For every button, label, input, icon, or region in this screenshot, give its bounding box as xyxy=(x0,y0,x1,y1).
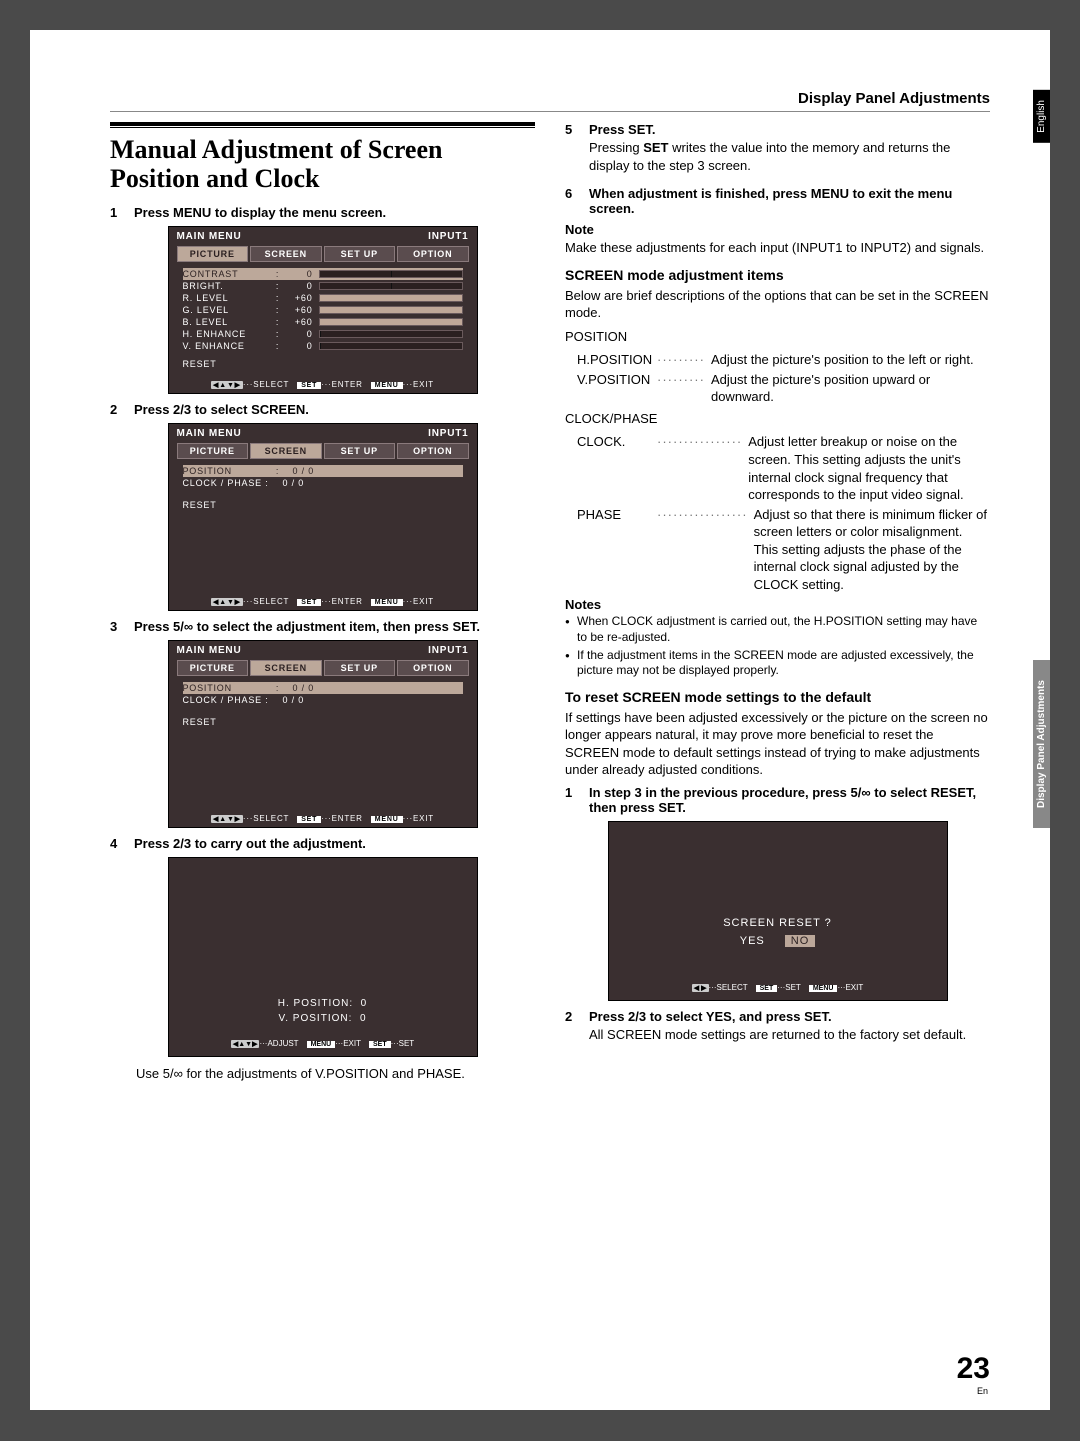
osd-position-adjust: H. POSITION: 0 V. POSITION: 0 ◀▲▼▶···ADJ… xyxy=(168,857,478,1057)
osd-screen-menu-2: MAIN MENUINPUT1 PICTURE SCREEN SET UP OP… xyxy=(168,640,478,828)
osd-input: INPUT1 xyxy=(428,231,468,242)
reset-text: If settings have been adjusted excessive… xyxy=(565,709,990,779)
reset-step2-body: All SCREEN mode settings are returned to… xyxy=(589,1026,990,1044)
header-section-title: Display Panel Adjustments xyxy=(110,90,990,112)
osd-reset-confirm: SCREEN RESET ? YESNO ◀ ▶···SELECT SET···… xyxy=(608,821,948,1001)
reset-heading: To reset SCREEN mode settings to the def… xyxy=(565,689,990,705)
page: English Display Panel Adjustments Displa… xyxy=(30,30,1050,1410)
step4-caption: Use 5/∞ for the adjustments of V.POSITIO… xyxy=(110,1065,535,1083)
note-text: Make these adjustments for each input (I… xyxy=(565,239,990,257)
notes-heading: Notes xyxy=(565,597,990,612)
osd-screen-menu: MAIN MENUINPUT1 PICTURE SCREEN SET UP OP… xyxy=(168,423,478,611)
position-heading: POSITION xyxy=(565,328,990,346)
osd-tab-setup: SET UP xyxy=(324,246,396,262)
page-header: Display Panel Adjustments xyxy=(110,90,990,112)
step-num: 1 xyxy=(110,205,124,220)
reset-step1: In step 3 in the previous procedure, pre… xyxy=(589,785,976,815)
step6-text: When adjustment is finished, press MENU … xyxy=(589,186,952,216)
screen-mode-heading: SCREEN mode adjustment items xyxy=(565,267,990,283)
osd-title: MAIN MENU xyxy=(177,231,242,242)
clockphase-heading: CLOCK/PHASE xyxy=(565,410,990,428)
reset-step2: Press 2/3 to select YES, and press SET. xyxy=(589,1009,832,1024)
screen-mode-intro: Below are brief descriptions of the opti… xyxy=(565,287,990,322)
step3-text: Press 5/∞ to select the adjustment item,… xyxy=(134,619,480,634)
osd-tab-picture: PICTURE xyxy=(177,246,249,262)
notes-list: When CLOCK adjustment is carried out, th… xyxy=(565,614,990,678)
right-column: 5 Press SET. Pressing SET writes the val… xyxy=(565,122,990,1089)
step1-text: Press MENU to display the menu screen. xyxy=(134,205,386,220)
page-title: Manual Adjustment of Screen Position and… xyxy=(110,136,535,193)
step2-text: Press 2/3 to select SCREEN. xyxy=(134,402,309,417)
step5-body: Pressing SET writes the value into the m… xyxy=(589,139,990,174)
page-lang-code: En xyxy=(977,1386,988,1396)
osd-tab-screen: SCREEN xyxy=(250,246,322,262)
language-tab: English xyxy=(1033,90,1050,143)
osd-picture-menu: MAIN MENU INPUT1 PICTURE SCREEN SET UP OP… xyxy=(168,226,478,394)
note-heading: Note xyxy=(565,222,990,237)
step4-text: Press 2/3 to carry out the adjustment. xyxy=(134,836,366,851)
section-side-tab: Display Panel Adjustments xyxy=(1033,660,1050,828)
page-number: 23 xyxy=(957,1352,990,1386)
osd-tab-option: OPTION xyxy=(397,246,469,262)
step5-text: Press SET. xyxy=(589,122,656,137)
left-column: Manual Adjustment of Screen Position and… xyxy=(110,122,535,1089)
